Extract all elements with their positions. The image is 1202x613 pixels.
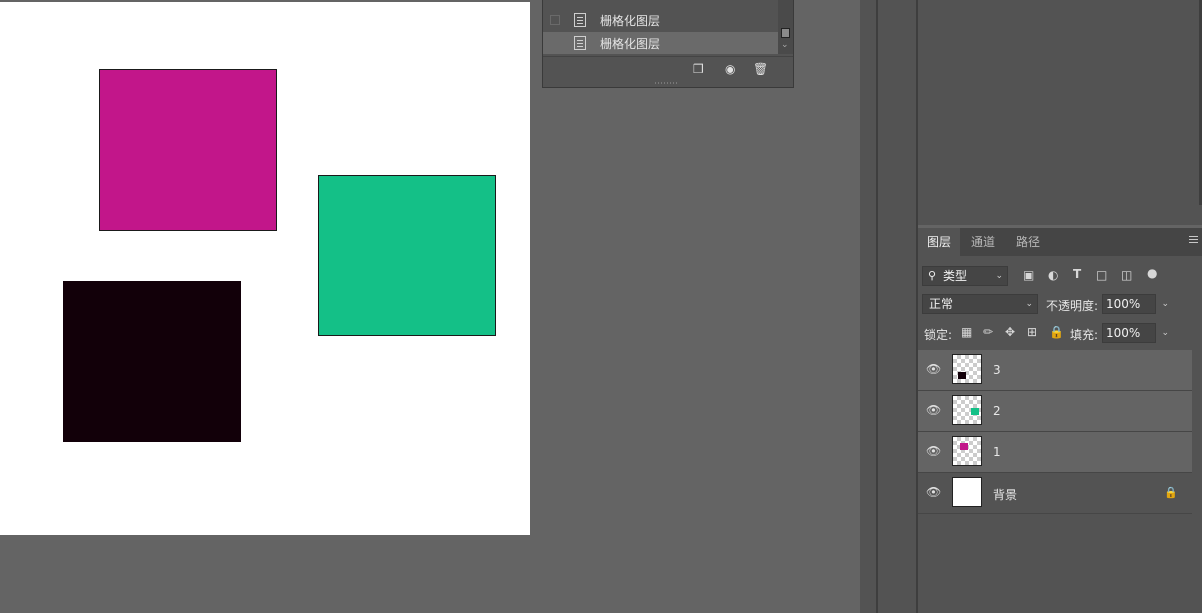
layers-panel: 图层 通道 路径 ⚲ 类型 ⌄ ▣ ◐ T □ ◫ ● 正常 ⌄ 不透明度: 1…: [918, 228, 1202, 613]
history-item-label: 栅格化图层: [600, 36, 661, 51]
layer-row-background[interactable]: 👁 背景 🔒: [918, 473, 1192, 514]
opacity-label: 不透明度:: [1046, 299, 1099, 313]
search-icon: ⚲: [928, 269, 937, 282]
history-item-selected[interactable]: 栅格化图层: [543, 32, 779, 54]
layer-thumbnail-content: [960, 443, 968, 450]
collapsed-dock: [860, 0, 876, 613]
layer-thumbnail-content: [958, 372, 966, 379]
black-square[interactable]: [63, 281, 241, 442]
chevron-down-icon[interactable]: ⌄: [1161, 295, 1169, 313]
icon-dock: [878, 0, 916, 613]
new-document-from-state-icon[interactable]: ❒: [693, 62, 704, 76]
document-canvas[interactable]: [0, 2, 530, 535]
layer-thumbnail: [952, 477, 982, 507]
fill-label: 填充:: [1070, 328, 1099, 342]
lock-icon[interactable]: 🔒: [1164, 486, 1178, 499]
eye-icon[interactable]: 👁: [926, 362, 941, 376]
chevron-down-icon: ⌄: [995, 271, 1003, 281]
chevron-down-icon: ⌄: [1025, 299, 1033, 309]
chevron-down-icon[interactable]: ⌄: [781, 40, 789, 50]
camera-icon[interactable]: ◉: [725, 62, 735, 76]
fill-input[interactable]: 100% ⌄: [1102, 323, 1169, 343]
history-item[interactable]: 栅格化图层: [543, 9, 779, 31]
type-filter-icon[interactable]: T: [1073, 267, 1081, 281]
layer-name: 1: [993, 445, 1001, 459]
history-panel: 栅格化图层 栅格化图层 ⌄ ❒ ◉ 🗑: [542, 0, 794, 88]
eye-icon[interactable]: 👁: [926, 403, 941, 417]
blend-mode-value: 正常: [929, 297, 954, 311]
fill-value: 100%: [1106, 326, 1141, 340]
eye-icon[interactable]: 👁: [926, 444, 941, 458]
layer-name: 2: [993, 404, 1001, 418]
shape-filter-icon[interactable]: □: [1096, 268, 1107, 282]
document-icon: [574, 13, 586, 27]
layer-name: 3: [993, 363, 1001, 377]
filter-row: ⚲ 类型 ⌄ ▣ ◐ T □ ◫ ●: [918, 264, 1202, 290]
green-square[interactable]: [318, 175, 496, 336]
scrollbar-thumb[interactable]: [781, 28, 790, 38]
eye-icon[interactable]: 👁: [926, 485, 941, 499]
magenta-square[interactable]: [99, 69, 277, 231]
artboard-icon[interactable]: ⊞: [1027, 325, 1037, 339]
tab-paths[interactable]: 路径: [1007, 228, 1049, 256]
trash-icon[interactable]: 🗑: [753, 62, 768, 76]
layer-thumbnail: [952, 436, 982, 466]
upper-panel: [918, 0, 1202, 225]
layer-row-3[interactable]: 👁 3: [918, 350, 1192, 391]
filter-kind-label: 类型: [943, 269, 968, 283]
move-icon[interactable]: ✥: [1005, 325, 1015, 339]
lock-label: 锁定:: [924, 328, 953, 342]
resize-grip[interactable]: [655, 82, 679, 84]
blend-row: 正常 ⌄ 不透明度: 100% ⌄: [918, 294, 1202, 320]
opacity-input[interactable]: 100% ⌄: [1102, 294, 1169, 314]
chevron-down-icon[interactable]: ⌄: [1161, 324, 1169, 342]
brush-icon[interactable]: ✏: [983, 325, 993, 339]
snapshot-checkbox[interactable]: [550, 15, 560, 25]
snapshot-checkbox[interactable]: [550, 38, 560, 48]
filter-kind-select[interactable]: ⚲ 类型 ⌄: [922, 266, 1008, 286]
layer-name: 背景: [993, 488, 1018, 502]
history-toolbar: ❒ ◉ 🗑: [543, 56, 793, 81]
adjustment-filter-icon[interactable]: ◐: [1048, 268, 1058, 282]
opacity-value: 100%: [1106, 297, 1141, 311]
history-item-label: 栅格化图层: [600, 13, 661, 28]
panel-tabs: 图层 通道 路径: [918, 228, 1202, 256]
history-scrollbar[interactable]: ⌄: [778, 0, 793, 54]
blend-mode-select[interactable]: 正常 ⌄: [922, 294, 1038, 314]
tab-channels[interactable]: 通道: [962, 228, 1004, 256]
lock-icon[interactable]: 🔒: [1049, 325, 1064, 339]
layer-row-2[interactable]: 👁 2: [918, 391, 1192, 432]
panel-menu-icon[interactable]: [1189, 236, 1198, 244]
lock-transparent-pixels-icon[interactable]: ▦: [961, 325, 972, 339]
layer-thumbnail: [952, 354, 982, 384]
smart-object-filter-icon[interactable]: ◫: [1121, 268, 1132, 282]
filter-toggle-icon[interactable]: ●: [1147, 266, 1157, 280]
layer-thumbnail-content: [971, 408, 979, 415]
image-filter-icon[interactable]: ▣: [1023, 268, 1034, 282]
tab-layers[interactable]: 图层: [918, 228, 961, 256]
layer-row-1[interactable]: 👁 1: [918, 432, 1192, 473]
lock-row: 锁定: ▦ ✏ ✥ ⊞ 🔒 填充: 100% ⌄: [918, 323, 1202, 349]
layer-thumbnail: [952, 395, 982, 425]
document-icon: [574, 36, 586, 50]
